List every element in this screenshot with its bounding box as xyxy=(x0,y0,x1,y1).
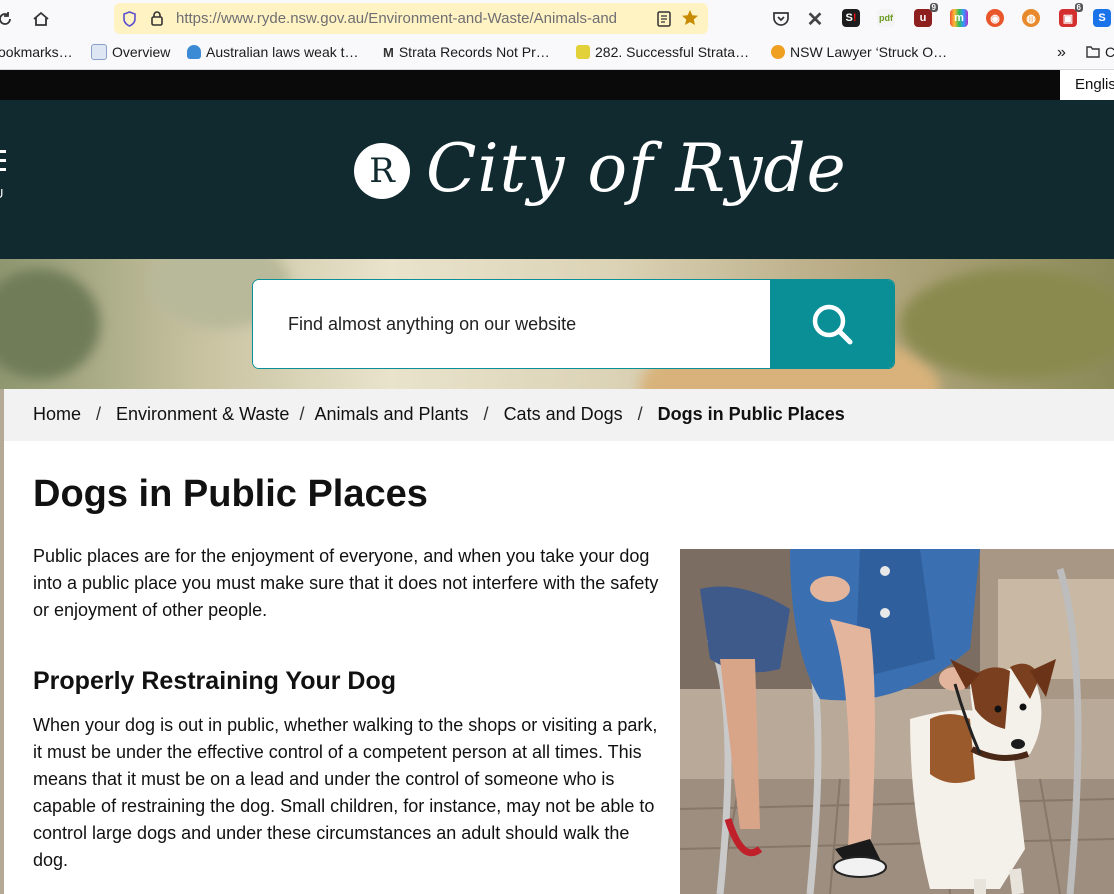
menu-label[interactable]: U xyxy=(0,186,3,201)
shield-icon[interactable] xyxy=(122,11,137,32)
page-title: Dogs in Public Places xyxy=(33,473,428,515)
strata-favicon-icon xyxy=(576,45,590,59)
breadcrumb-home[interactable]: Home xyxy=(33,404,81,425)
hamburger-menu-icon[interactable] xyxy=(0,150,6,177)
lawyer-favicon-icon xyxy=(771,45,785,59)
shield-extension-icon[interactable]: ▣ 6 xyxy=(1059,3,1083,27)
breadcrumb-cats-dogs[interactable]: Cats and Dogs xyxy=(504,404,623,425)
home-icon[interactable] xyxy=(30,8,52,30)
breadcrumb-separator: / xyxy=(96,404,102,424)
bookmarks-bar: ookmarks… Overview Australian laws weak … xyxy=(0,38,1114,70)
hero-foliage xyxy=(900,269,1114,379)
folder-icon xyxy=(1086,46,1100,58)
logo-mark[interactable]: R xyxy=(354,143,410,199)
m-favicon-icon: M xyxy=(383,44,394,60)
search-button[interactable] xyxy=(770,280,894,368)
bookmark-label: NSW Lawyer ‘Struck O… xyxy=(790,44,948,60)
ublock-icon[interactable]: u9 xyxy=(914,3,938,27)
bookmark-item[interactable]: Australian laws weak t… xyxy=(187,44,359,60)
s-blue-extension-icon[interactable]: S xyxy=(1093,9,1111,27)
bookmark-item[interactable]: Overview xyxy=(91,44,170,60)
dog-cafe-photo xyxy=(680,549,1114,894)
site-top-strip: English xyxy=(0,70,1114,100)
bookmark-label: 282. Successful Strata… xyxy=(595,44,750,60)
bookmark-label: Overview xyxy=(112,44,171,60)
breadcrumb-environment-waste[interactable]: Environment & Waste xyxy=(116,404,289,425)
pdf-extension-icon[interactable]: pdf xyxy=(877,9,895,27)
colorful-extension-icon[interactable]: m xyxy=(950,9,968,27)
breadcrumb: Home / Environment & Waste / Animals and… xyxy=(4,389,1114,441)
site-search xyxy=(252,279,895,369)
breadcrumb-separator: / xyxy=(637,404,643,424)
bookmark-item[interactable]: ookmarks… xyxy=(0,44,73,60)
bookmark-item[interactable]: M Strata Records Not Pr… xyxy=(383,44,550,60)
lock-icon[interactable] xyxy=(150,10,164,32)
breadcrumb-animals-plants[interactable]: Animals and Plants xyxy=(314,404,468,425)
breadcrumb-current: Dogs in Public Places xyxy=(657,404,845,424)
site-header: U R City of Ryde xyxy=(0,100,1114,259)
bookmark-label: Australian laws weak t… xyxy=(206,44,359,60)
hero-foliage xyxy=(0,269,100,379)
reload-icon[interactable] xyxy=(0,8,16,30)
section-heading: Properly Restraining Your Dog xyxy=(33,667,397,695)
bookmark-item[interactable]: 282. Successful Strata… xyxy=(576,44,749,60)
language-selector[interactable]: English xyxy=(1060,70,1114,100)
hero-banner xyxy=(0,259,1114,389)
reader-view-icon[interactable] xyxy=(657,11,671,32)
s-extension-icon[interactable]: S! xyxy=(842,9,860,27)
bookmark-item[interactable]: NSW Lawyer ‘Struck O… xyxy=(771,44,947,60)
shield-favicon-icon xyxy=(187,45,201,59)
bookmark-star-icon[interactable] xyxy=(681,9,699,32)
browser-toolbar: https://www.ryde.nsw.gov.au/Environment-… xyxy=(0,0,1114,38)
bookmark-label: ookmarks… xyxy=(0,44,73,60)
breadcrumb-separator: / xyxy=(299,404,305,424)
more-bookmarks-chevron-icon[interactable]: » xyxy=(1057,44,1066,62)
x-extension-icon[interactable]: ✕ xyxy=(804,8,826,31)
duckduckgo-icon[interactable]: ◉ xyxy=(986,9,1004,27)
breadcrumb-separator: / xyxy=(483,404,489,424)
search-input[interactable] xyxy=(253,280,770,368)
address-bar[interactable]: https://www.ryde.nsw.gov.au/Environment-… xyxy=(114,3,708,34)
basketball-extension-icon[interactable]: ◍ xyxy=(1022,9,1040,27)
search-icon xyxy=(812,304,853,345)
intro-paragraph: Public places are for the enjoyment of e… xyxy=(33,546,659,620)
bookmark-label: C xyxy=(1105,44,1114,60)
site-favicon-icon xyxy=(91,44,107,60)
bookmark-label: Strata Records Not Pr… xyxy=(398,44,550,60)
other-bookmarks-folder[interactable]: C xyxy=(1086,44,1114,60)
pocket-icon[interactable] xyxy=(770,8,792,30)
section-paragraph: When your dog is out in public, whether … xyxy=(33,715,658,870)
url-text[interactable]: https://www.ryde.nsw.gov.au/Environment-… xyxy=(176,10,646,27)
hero-edge xyxy=(0,389,4,894)
site-logo-text[interactable]: City of Ryde xyxy=(426,130,847,207)
